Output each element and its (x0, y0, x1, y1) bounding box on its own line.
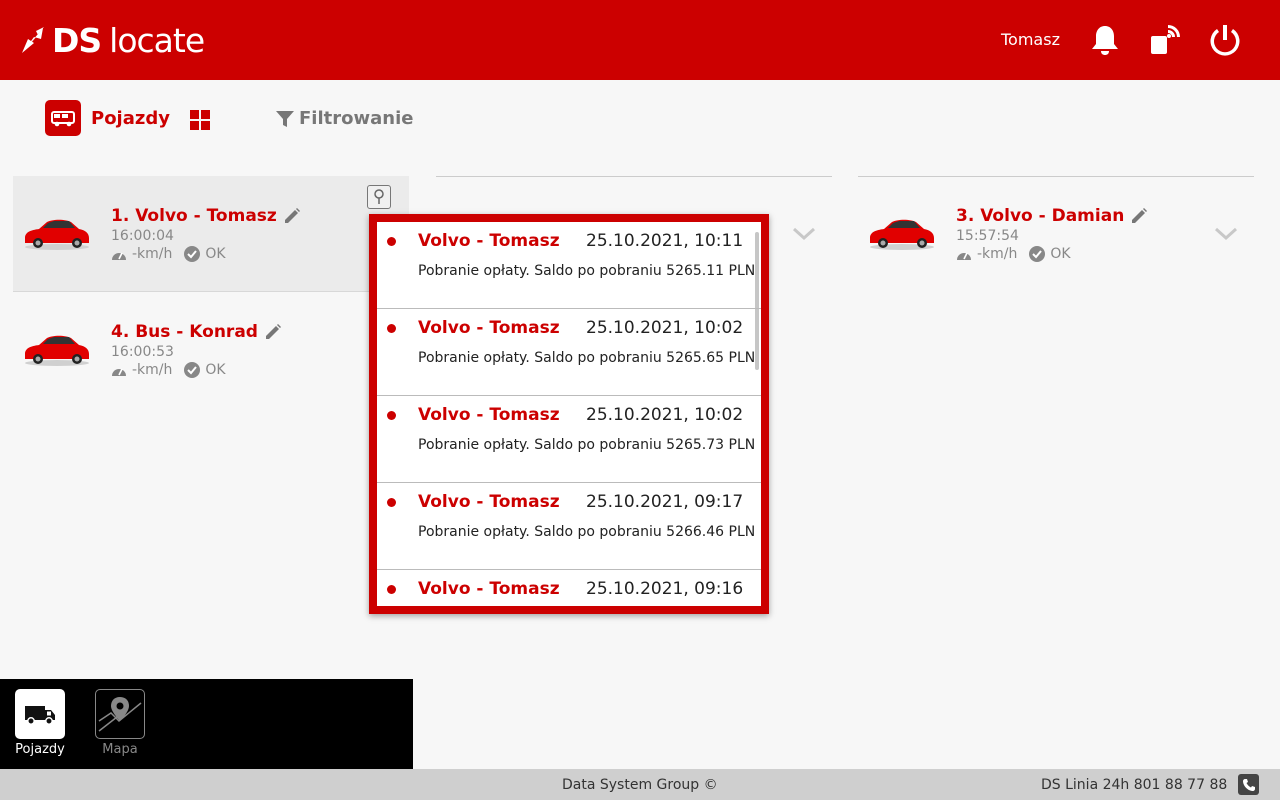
phone-icon[interactable] (1238, 774, 1259, 795)
bottom-navigation: Pojazdy Mapa (0, 679, 413, 769)
notification-vehicle: Volvo - Tomasz (418, 405, 560, 425)
unread-dot-icon (387, 324, 396, 333)
user-name[interactable]: Tomasz (1001, 30, 1060, 49)
truck-icon (15, 689, 65, 739)
copyright-text: Data System Group © (562, 777, 718, 793)
vehicle-name: 3. Volvo - Damian (956, 206, 1125, 226)
chevron-down-icon[interactable] (1214, 226, 1238, 242)
vehicles-label: Pojazdy (91, 107, 170, 129)
unread-dot-icon (387, 237, 396, 246)
vehicle-name: 1. Volvo - Tomasz (111, 206, 277, 226)
arrow-logo-icon (22, 27, 44, 53)
map-pin-icon (95, 689, 145, 739)
notification-vehicle: Volvo - Tomasz (418, 318, 560, 338)
speedometer-icon (957, 252, 971, 260)
notification-item[interactable]: Volvo - Tomasz 25.10.2021, 09:16 (377, 570, 761, 606)
footer: Data System Group © DS Linia 24h 801 88 … (0, 769, 1280, 800)
vehicle-speed: -km/h (132, 246, 173, 262)
notification-message: Pobranie opłaty. Saldo po pobraniu 5265.… (418, 263, 756, 279)
edit-pencil-icon[interactable] (264, 323, 282, 341)
notification-date: 25.10.2021, 10:11 (586, 231, 744, 251)
notifications-list[interactable]: Volvo - Tomasz 25.10.2021, 10:11 Pobrani… (377, 222, 761, 606)
notification-vehicle: Volvo - Tomasz (418, 231, 560, 251)
truck-icon (45, 100, 81, 136)
ds-locate-logo: DS locate (20, 18, 205, 62)
notification-message: Pobranie opłaty. Saldo po pobraniu 5265.… (418, 350, 756, 366)
edit-pencil-icon[interactable] (1130, 207, 1148, 225)
notifications-popup: Volvo - Tomasz 25.10.2021, 10:11 Pobrani… (369, 214, 769, 614)
check-circle-icon (184, 246, 201, 262)
notification-date: 25.10.2021, 10:02 (586, 405, 744, 425)
vehicle-card[interactable]: 4. Bus - Konrad 16:00:53 -km/h OK (13, 292, 409, 408)
notification-message: Pobranie opłaty. Saldo po pobraniu 5266.… (418, 524, 756, 540)
speedometer-icon (112, 368, 126, 376)
vehicle-ok-status: OK (205, 246, 226, 262)
vehicle-status: -km/h OK (111, 246, 226, 262)
vehicles-view-button[interactable]: Pojazdy (45, 100, 170, 136)
app-header: DS locate Tomasz (0, 0, 1280, 80)
pin-icon[interactable] (367, 185, 391, 209)
column-divider (436, 176, 832, 177)
chevron-down-icon[interactable] (792, 226, 816, 242)
vehicle-time: 15:57:54 (956, 228, 1019, 244)
hotline-text: DS Linia 24h 801 88 77 88 (1041, 777, 1228, 793)
bell-icon[interactable] (1087, 20, 1123, 60)
notification-vehicle: Volvo - Tomasz (418, 492, 560, 512)
logo-ds-text: DS (52, 20, 102, 60)
car-icon (870, 219, 934, 250)
filter-button[interactable]: Filtrowanie (275, 108, 413, 129)
grid-view-icon[interactable] (190, 110, 210, 130)
vehicle-card[interactable]: 1. Volvo - Tomasz 16:00:04 -km/h OK (13, 176, 409, 292)
vehicle-ok-status: OK (205, 362, 226, 378)
vehicle-speed: -km/h (132, 362, 173, 378)
vehicle-status: -km/h OK (956, 246, 1071, 262)
vehicle-ok-status: OK (1050, 246, 1071, 262)
notification-item[interactable]: Volvo - Tomasz 25.10.2021, 09:17 Pobrani… (377, 483, 761, 570)
notification-item[interactable]: Volvo - Tomasz 25.10.2021, 10:11 Pobrani… (377, 222, 761, 309)
car-icon (25, 335, 89, 366)
vehicle-speed: -km/h (977, 246, 1018, 262)
vehicle-status: -km/h OK (111, 362, 226, 378)
filter-icon (276, 110, 294, 127)
notification-item[interactable]: Volvo - Tomasz 25.10.2021, 10:02 Pobrani… (377, 309, 761, 396)
vehicle-title: 3. Volvo - Damian (956, 206, 1148, 226)
tag-wireless-icon[interactable] (1147, 20, 1183, 60)
power-icon[interactable] (1207, 20, 1243, 60)
notification-date: 25.10.2021, 10:02 (586, 318, 744, 338)
notification-item[interactable]: Volvo - Tomasz 25.10.2021, 10:02 Pobrani… (377, 396, 761, 483)
notification-vehicle: Volvo - Tomasz (418, 579, 560, 599)
vehicle-time: 16:00:04 (111, 228, 174, 244)
unread-dot-icon (387, 585, 396, 594)
unread-dot-icon (387, 498, 396, 507)
nav-label: Pojazdy (15, 742, 65, 757)
notification-date: 25.10.2021, 09:16 (586, 579, 744, 599)
vehicle-title: 4. Bus - Konrad (111, 322, 282, 342)
unread-dot-icon (387, 411, 396, 420)
check-circle-icon (1029, 246, 1046, 262)
vehicle-title: 1. Volvo - Tomasz (111, 206, 301, 226)
nav-label: Mapa (102, 742, 138, 757)
speedometer-icon (112, 252, 126, 260)
car-icon (25, 219, 89, 250)
vehicle-name: 4. Bus - Konrad (111, 322, 258, 342)
filter-label: Filtrowanie (299, 108, 414, 129)
vehicle-time: 16:00:53 (111, 344, 174, 360)
vehicle-card[interactable]: 3. Volvo - Damian 15:57:54 -km/h OK (858, 176, 1254, 292)
nav-item-vehicles[interactable]: Pojazdy (15, 689, 65, 757)
nav-item-map[interactable]: Mapa (95, 689, 145, 757)
logo-locate-text: locate (109, 20, 205, 60)
edit-pencil-icon[interactable] (283, 207, 301, 225)
notification-date: 25.10.2021, 09:17 (586, 492, 744, 512)
notification-message: Pobranie opłaty. Saldo po pobraniu 5265.… (418, 437, 756, 453)
check-circle-icon (184, 362, 201, 378)
